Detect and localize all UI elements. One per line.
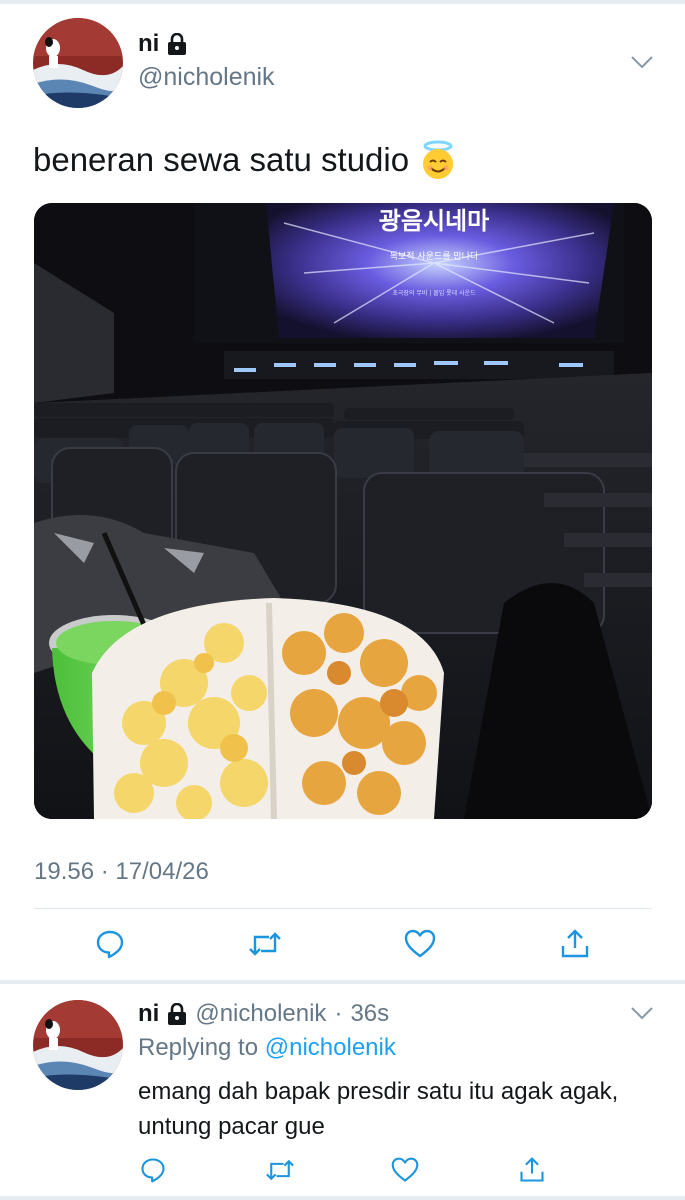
- retweet-icon: [266, 1159, 294, 1181]
- lock-icon: [168, 1003, 187, 1025]
- tweet-photo[interactable]: 광음시네마 독보적 사운드를 만나다 초극장의 무비 | 몰입 롯데 사운드: [34, 203, 652, 819]
- chevron-down-icon[interactable]: [631, 55, 653, 69]
- screen-caption: 초극장의 무비 | 몰입 롯데 사운드: [392, 289, 476, 297]
- avatar[interactable]: [33, 18, 123, 108]
- tweet-text-content: beneran sewa satu studio: [33, 141, 410, 178]
- author-name-row: ni: [138, 30, 187, 58]
- like-button[interactable]: [402, 926, 438, 962]
- display-name[interactable]: ni: [138, 30, 159, 58]
- reply-time[interactable]: 36s: [350, 1000, 389, 1028]
- comment-icon: [96, 930, 124, 959]
- screen-subtitle: 독보적 사운드를 만나다: [390, 250, 479, 262]
- chevron-down-icon[interactable]: [631, 1006, 653, 1020]
- cinema-photo: 광음시네마 독보적 사운드를 만나다 초극장의 무비 | 몰입 롯데 사운드: [34, 203, 652, 819]
- like-button[interactable]: [387, 1152, 423, 1188]
- reply-button[interactable]: [92, 926, 128, 962]
- share-icon: [561, 929, 589, 958]
- divider: [34, 908, 652, 909]
- share-icon: [520, 1157, 544, 1182]
- heart-icon: [404, 929, 436, 958]
- replying-to-label: Replying to: [138, 1034, 259, 1061]
- reply-dot: ·: [334, 1000, 343, 1027]
- retweet-button[interactable]: [262, 1152, 298, 1188]
- share-button[interactable]: [557, 926, 593, 962]
- bottom-separator: [0, 1196, 685, 1200]
- lock-icon: [168, 33, 187, 55]
- section-separator: [0, 980, 685, 984]
- retweet-icon: [249, 932, 281, 956]
- smiling-face-with-halo-icon: [423, 140, 454, 179]
- comment-icon: [141, 1158, 165, 1183]
- top-separator: [0, 0, 685, 4]
- avatar-image: [33, 18, 123, 108]
- heart-icon: [391, 1157, 419, 1182]
- replying-to: Replying to @nicholenik: [138, 1034, 396, 1062]
- reply-avatar[interactable]: [33, 1000, 123, 1090]
- reply-header: ni @nicholenik · 36s: [138, 1000, 389, 1028]
- tweet-timestamp[interactable]: 19.56 · 17/04/26: [34, 858, 209, 886]
- tweet-text: beneran sewa satu studio: [33, 140, 457, 180]
- avatar-image: [33, 1000, 123, 1090]
- share-button[interactable]: [514, 1152, 550, 1188]
- replying-to-mention[interactable]: @nicholenik: [265, 1034, 396, 1061]
- reply-handle[interactable]: @nicholenik: [195, 1000, 326, 1028]
- reply-display-name[interactable]: ni: [138, 1000, 159, 1028]
- reply-button[interactable]: [135, 1152, 171, 1188]
- retweet-button[interactable]: [247, 926, 283, 962]
- screen-title: 광음시네마: [379, 207, 489, 235]
- username-handle[interactable]: @nicholenik: [138, 63, 275, 92]
- reply-text: emang dah bapak presdir satu itu agak ag…: [138, 1078, 619, 1140]
